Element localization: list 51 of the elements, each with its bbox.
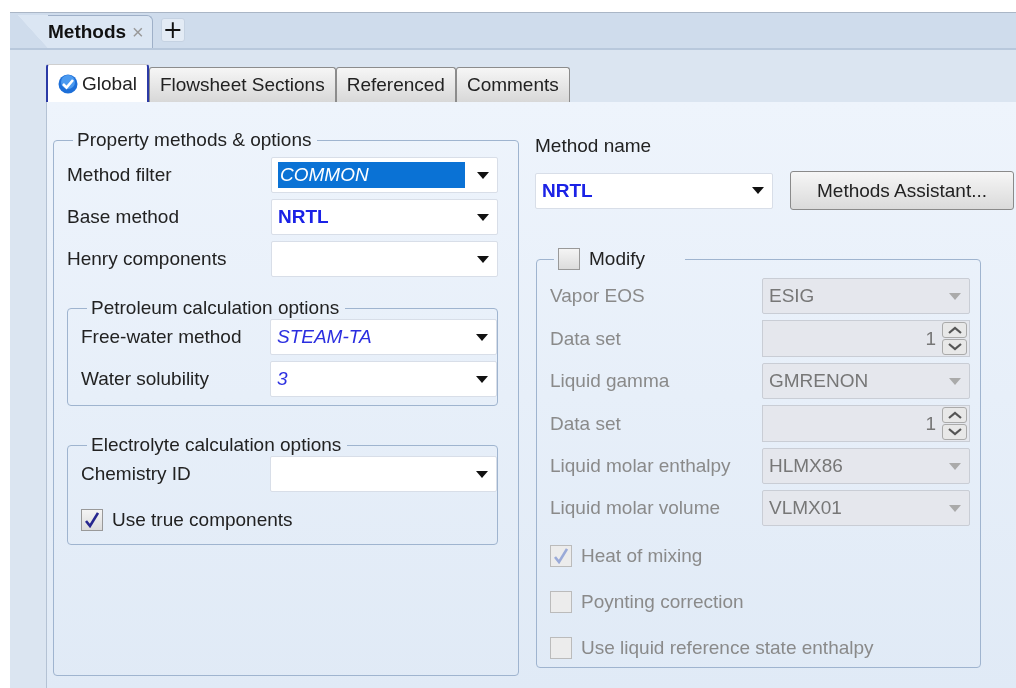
field-label: Free-water method — [81, 326, 243, 348]
chevron-down-icon — [947, 428, 962, 436]
dropdown-arrow-icon — [476, 470, 488, 478]
tab[interactable]: Flowsheet Sections — [148, 67, 336, 102]
checkbox-label: Modify — [589, 248, 645, 270]
field-label: Liquid molar volume — [550, 497, 722, 519]
tab[interactable]: Global — [46, 64, 149, 102]
checkbox[interactable] — [81, 509, 103, 531]
group-title: Petroleum calculation options — [90, 297, 341, 319]
dropdown-arrow-icon — [476, 333, 488, 341]
group-title: Electrolyte calculation options — [90, 434, 343, 456]
dropdown-arrow-icon — [949, 504, 961, 512]
field-label: Data set — [550, 412, 622, 435]
field-label: Vapor EOS — [550, 285, 646, 307]
dropdown-arrow-icon — [477, 255, 489, 263]
dropdown-arrow-icon — [752, 187, 764, 194]
tab[interactable]: Referenced — [335, 67, 456, 102]
dropdown-arrow-icon — [949, 292, 961, 300]
dropdown[interactable]: NRTL — [535, 172, 773, 209]
dropdown-arrow-icon — [476, 375, 488, 383]
tab[interactable]: Comments — [455, 67, 570, 102]
group-title: Property methods & options — [76, 129, 313, 151]
field-label: Water solubility — [81, 368, 211, 390]
methods-assistant-button[interactable]: Methods Assistant... — [790, 171, 1014, 210]
dropdown-arrow-icon — [949, 377, 961, 385]
field-label: Liquid molar enthalpy — [550, 455, 732, 477]
checkbox-label: Use true components — [112, 509, 293, 531]
dropdown-arrow-icon — [477, 213, 489, 221]
chevron-down-icon — [947, 343, 962, 351]
dropdown-arrow-icon — [949, 462, 961, 470]
field-label: Data set — [550, 327, 622, 350]
dropdown[interactable]: NRTL — [271, 199, 498, 235]
dropdown[interactable]: 3 — [270, 361, 497, 397]
field-label: Chemistry ID — [81, 463, 192, 485]
checkbox-label: Heat of mixing — [581, 545, 703, 567]
dropdown[interactable]: COMMON — [271, 157, 498, 193]
new-tab-button[interactable]: + — [160, 17, 185, 42]
field-label: Method name — [535, 135, 653, 157]
chevron-up-icon — [947, 411, 962, 419]
dropdown-arrow-icon — [477, 171, 489, 179]
field-label: Method filter — [67, 164, 173, 186]
field-label: Henry components — [67, 248, 228, 270]
dropdown[interactable] — [270, 456, 497, 492]
field-label: Base method — [67, 206, 180, 228]
dropdown[interactable] — [271, 241, 498, 277]
checkbox-label: Poynting correction — [581, 591, 744, 613]
check-circle-icon — [58, 73, 78, 94]
checkbox-label: Use liquid reference state enthalpy — [581, 637, 874, 659]
chevron-up-icon — [947, 326, 962, 334]
field-label: Liquid gamma — [550, 370, 671, 392]
dropdown[interactable]: STEAM-TA — [270, 319, 497, 355]
